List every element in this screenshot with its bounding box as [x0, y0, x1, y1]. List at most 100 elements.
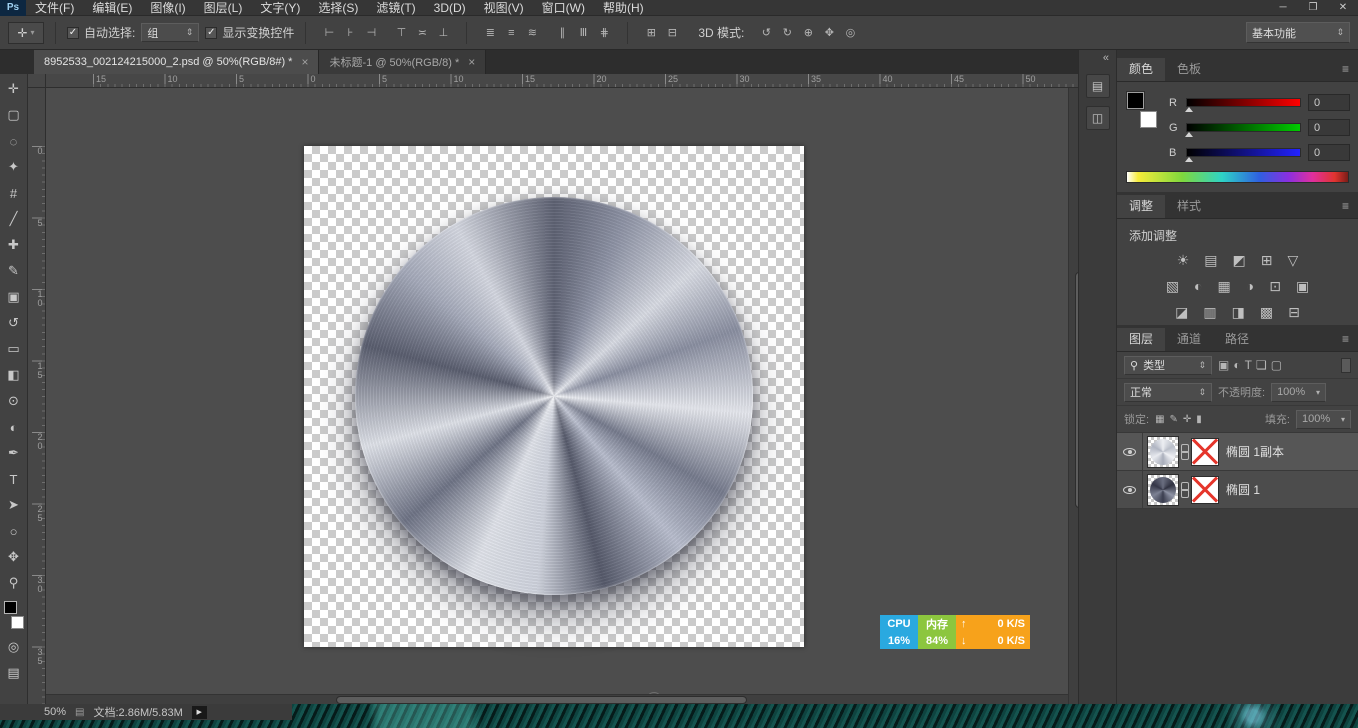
mode-3d-icon[interactable]: ⊕ — [799, 23, 817, 43]
layer-filter-icon[interactable]: ◐ — [1233, 358, 1240, 372]
close-tab-icon[interactable]: × — [301, 56, 308, 68]
green-value-field[interactable]: 0 — [1308, 119, 1350, 136]
adjustment-icon[interactable]: ◑ — [1246, 278, 1254, 294]
adjustment-icon[interactable]: ⊟ — [1288, 304, 1300, 320]
disabled-vector-mask-thumbnail[interactable] — [1192, 439, 1218, 465]
layer-filter-icon[interactable]: ▢ — [1271, 358, 1282, 372]
tab-layers[interactable]: 图层 — [1117, 328, 1165, 351]
layer-row-ellipse[interactable]: 椭圆 1 — [1117, 471, 1358, 509]
properties-panel-icon[interactable]: ◫ — [1086, 106, 1110, 130]
layer-row-ellipse-copy[interactable]: 椭圆 1副本 — [1117, 433, 1358, 471]
adjustment-icon[interactable]: ▥ — [1203, 304, 1216, 320]
panel-menu-icon[interactable]: ≡ — [1333, 195, 1358, 218]
color-spectrum-bar[interactable] — [1126, 171, 1349, 183]
mode-3d-icon[interactable]: ✥ — [820, 23, 838, 43]
adjustment-icon[interactable]: ⊞ — [1261, 252, 1273, 268]
adjustment-icon[interactable]: ⊡ — [1269, 278, 1281, 294]
layer-name[interactable]: 椭圆 1 — [1226, 481, 1260, 498]
status-menu-button[interactable]: ▶ — [192, 706, 207, 719]
blend-mode-dropdown[interactable]: 正常 ⇕ — [1124, 383, 1212, 402]
panel-menu-icon[interactable]: ≡ — [1333, 58, 1358, 81]
eraser-tool-button[interactable]: ▭ — [1, 336, 27, 362]
slider-thumb[interactable] — [1185, 157, 1193, 162]
vertical-ruler[interactable]: 05101520253035 — [28, 88, 46, 704]
adjustment-icon[interactable]: ◪ — [1175, 304, 1188, 320]
distribute-icon[interactable]: ≡ — [502, 23, 520, 43]
menu-item[interactable]: 窗口(W) — [533, 0, 594, 16]
menu-item[interactable]: 滤镜(T) — [367, 0, 424, 16]
background-swatch[interactable] — [1140, 111, 1157, 128]
menu-item[interactable]: 帮助(H) — [594, 0, 653, 16]
adjustment-icon[interactable]: ◩ — [1233, 252, 1246, 268]
menu-item[interactable]: 图层(L) — [195, 0, 252, 16]
menu-item[interactable]: 编辑(E) — [83, 0, 141, 16]
distribute-icon[interactable]: ≋ — [523, 23, 541, 43]
adjustment-icon[interactable]: ☀ — [1177, 252, 1190, 268]
healing-brush-tool-button[interactable]: ✚ — [1, 232, 27, 258]
opacity-dropdown[interactable]: 100% ▾ — [1271, 383, 1326, 402]
pen-tool-button[interactable]: ✒ — [1, 440, 27, 466]
close-button[interactable]: ✕ — [1328, 0, 1358, 16]
layer-thumbnail[interactable] — [1148, 437, 1178, 467]
menu-item[interactable]: 选择(S) — [309, 0, 367, 16]
type-tool-button[interactable]: T — [1, 466, 27, 492]
distribute-icon[interactable]: ≣ — [481, 23, 499, 43]
tab-channels[interactable]: 通道 — [1165, 328, 1213, 351]
document-tab-untitled[interactable]: 未标题-1 @ 50%(RGB/8) * × — [319, 50, 486, 74]
lock-icon[interactable]: ▮ — [1196, 414, 1202, 425]
tab-styles[interactable]: 样式 — [1165, 195, 1213, 218]
mode-3d-icon[interactable]: ↺ — [757, 23, 775, 43]
foreground-swatch[interactable] — [1127, 92, 1144, 109]
quick-mask-button[interactable]: ◎ — [1, 634, 27, 660]
workspace-switcher[interactable]: 基本功能 ⇕ — [1246, 22, 1350, 43]
align-icon[interactable]: ⊦ — [341, 23, 359, 43]
scrollbar-thumb[interactable] — [337, 697, 746, 703]
mask-link-icon[interactable] — [1181, 444, 1189, 460]
layer-filter-icon[interactable]: ❏ — [1256, 358, 1267, 372]
green-slider[interactable] — [1186, 123, 1301, 132]
disabled-vector-mask-thumbnail[interactable] — [1192, 477, 1218, 503]
tab-adjustments[interactable]: 调整 — [1117, 195, 1165, 218]
canvas-area[interactable]: ui .cn CPU 内存 ↑ 0 K/S 16% 84% ↓ 0 K/S — [46, 88, 1078, 704]
quick-selection-tool-button[interactable]: ✦ — [1, 154, 27, 180]
hand-tool-button[interactable]: ✥ — [1, 544, 27, 570]
adjustment-icon[interactable]: ▦ — [1218, 278, 1231, 294]
foreground-background-swatches[interactable] — [1, 599, 27, 631]
restore-button[interactable]: ❐ — [1298, 0, 1328, 16]
align-icon[interactable]: ≍ — [413, 23, 431, 43]
align-icon[interactable]: ⊣ — [362, 23, 380, 43]
history-brush-tool-button[interactable]: ↺ — [1, 310, 27, 336]
photoshop-logo[interactable]: Ps — [0, 0, 26, 16]
menu-item[interactable]: 文件(F) — [26, 0, 83, 16]
close-tab-icon[interactable]: × — [468, 56, 475, 68]
show-transform-checkbox[interactable]: ✓ 显示变换控件 — [205, 24, 294, 41]
distribute-icon[interactable]: Ⅲ — [574, 23, 592, 43]
auto-select-target-dropdown[interactable]: 组 ⇕ — [141, 23, 199, 42]
rectangular-marquee-tool-button[interactable]: ▢ — [1, 102, 27, 128]
lock-icon[interactable]: ✎ — [1170, 414, 1178, 425]
option-icon[interactable]: ⊞ — [642, 23, 660, 43]
mode-3d-icon[interactable]: ◎ — [841, 23, 859, 43]
eyedropper-tool-button[interactable]: ╱ — [1, 206, 27, 232]
align-icon[interactable]: ⊢ — [320, 23, 338, 43]
adjustment-icon[interactable]: ◨ — [1232, 304, 1245, 320]
current-tool-button[interactable]: ✛ ▾ — [8, 22, 44, 44]
filter-toggle[interactable] — [1341, 358, 1351, 373]
option-icon[interactable]: ⊟ — [663, 23, 681, 43]
background-color-swatch[interactable] — [11, 616, 24, 629]
red-slider[interactable] — [1186, 98, 1301, 107]
gradient-tool-button[interactable]: ◧ — [1, 362, 27, 388]
menu-item[interactable]: 图像(I) — [141, 0, 194, 16]
dodge-tool-button[interactable]: ◐ — [1, 414, 27, 440]
path-selection-tool-button[interactable]: ➤ — [1, 492, 27, 518]
slider-thumb[interactable] — [1185, 107, 1193, 112]
layer-thumbnail[interactable] — [1148, 475, 1178, 505]
adjustment-icon[interactable]: ▣ — [1296, 278, 1309, 294]
adjustment-icon[interactable]: ▩ — [1260, 304, 1273, 320]
vertical-scrollbar[interactable] — [1068, 88, 1078, 704]
adjustment-icon[interactable]: ▧ — [1166, 278, 1179, 294]
horizontal-ruler[interactable]: 1510505101520253035404550 — [46, 74, 1078, 88]
collapse-dock-button[interactable]: « — [1096, 50, 1116, 66]
mask-link-icon[interactable] — [1181, 482, 1189, 498]
crop-tool-button[interactable]: # — [1, 180, 27, 206]
